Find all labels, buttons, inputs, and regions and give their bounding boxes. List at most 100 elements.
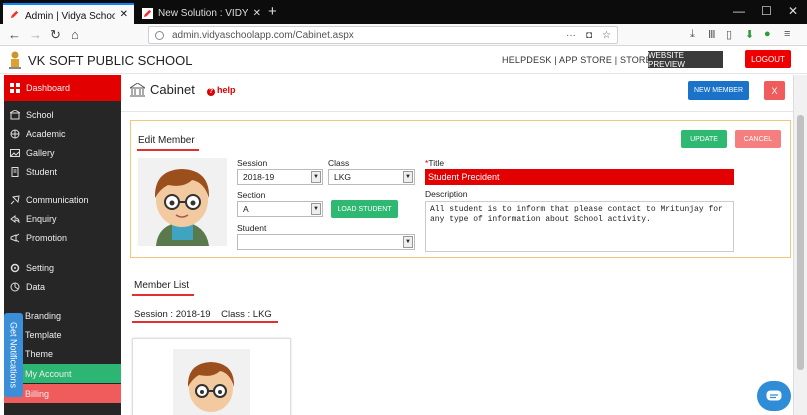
building-icon bbox=[130, 83, 145, 97]
session-value: 2018-19 bbox=[243, 172, 275, 182]
school-icon bbox=[10, 109, 20, 119]
header-links[interactable]: HELPDESK | APP STORE | STORE bbox=[502, 55, 652, 65]
member-photo[interactable] bbox=[138, 158, 227, 246]
section-select[interactable]: A ▼ bbox=[237, 201, 323, 217]
extension-icon[interactable]: ● bbox=[764, 28, 771, 40]
new-member-button[interactable]: NEW MEMBER bbox=[688, 81, 749, 100]
load-student-button[interactable]: LOAD STUDENT bbox=[331, 200, 398, 218]
logout-button[interactable]: LOGOUT bbox=[745, 50, 791, 68]
address-bar[interactable]: admin.vidyaschoolapp.com/Cabinet.aspx ··… bbox=[148, 26, 618, 44]
title-input[interactable]: Student Precident bbox=[425, 169, 734, 185]
minimize-icon[interactable]: — bbox=[733, 4, 745, 18]
student-select[interactable]: ▼ bbox=[237, 234, 415, 250]
member-card[interactable] bbox=[132, 338, 291, 415]
sidebar-item-dashboard[interactable]: Dashboard bbox=[4, 75, 121, 101]
back-icon[interactable]: ← bbox=[8, 27, 21, 43]
reload-icon[interactable]: ↻ bbox=[50, 27, 61, 43]
sidebar-toggle-icon[interactable]: ▯ bbox=[726, 28, 732, 41]
download-arrow-icon[interactable]: ⤓ bbox=[690, 28, 695, 41]
cancel-button[interactable]: CANCEL bbox=[735, 130, 781, 148]
tab-title: New Solution : VIDYA SCHOO bbox=[158, 8, 248, 19]
bookmark-star-icon[interactable]: ☆ bbox=[602, 30, 611, 41]
sidebar-item-label: Dashboard bbox=[26, 83, 71, 93]
school-logo-icon bbox=[9, 51, 21, 69]
update-button[interactable]: UPDATE bbox=[681, 130, 727, 148]
sidebar-item-school[interactable]: School bbox=[4, 105, 121, 124]
setting-icon bbox=[10, 263, 20, 272]
divider bbox=[121, 111, 793, 112]
url-text: admin.vidyaschoolapp.com/Cabinet.aspx bbox=[172, 29, 354, 41]
sidebar-item-label: Data bbox=[26, 281, 46, 292]
help-label: help bbox=[217, 85, 236, 95]
enquiry-icon bbox=[10, 214, 20, 223]
sidebar-item-label: Promotion bbox=[26, 232, 68, 243]
sidebar-item-setting[interactable]: Setting bbox=[4, 258, 121, 277]
new-tab-icon[interactable]: + bbox=[268, 4, 277, 20]
data-icon bbox=[10, 282, 20, 291]
scrollbar-thumb[interactable] bbox=[797, 115, 804, 370]
section-label: Section bbox=[237, 190, 266, 200]
library-icon[interactable]: Ⅲ bbox=[708, 28, 716, 41]
menu-icon[interactable]: ≡ bbox=[784, 28, 790, 40]
class-select[interactable]: LKG ▼ bbox=[328, 169, 415, 185]
school-name: VK SOFT PUBLIC SCHOOL bbox=[28, 53, 193, 68]
student-label: Student bbox=[237, 223, 267, 233]
description-textarea[interactable]: All student is to inform that please con… bbox=[425, 201, 734, 252]
sidebar-item-communication[interactable]: Communication bbox=[4, 190, 121, 209]
sidebar-item-student[interactable]: Student bbox=[4, 162, 121, 181]
app-header: VK SOFT PUBLIC SCHOOL HELPDESK | APP STO… bbox=[0, 46, 807, 74]
sidebar-item-gallery[interactable]: Gallery bbox=[4, 143, 121, 162]
title-underline bbox=[132, 321, 278, 323]
page-actions-icon[interactable]: ··· bbox=[566, 30, 576, 41]
chevron-down-icon: ▼ bbox=[403, 236, 413, 248]
close-icon[interactable]: ✕ bbox=[248, 8, 261, 19]
tab-admin[interactable]: Admin | Vidya School App | अ ✕ bbox=[3, 3, 134, 24]
info-icon[interactable] bbox=[155, 30, 164, 40]
session-label: Session bbox=[237, 158, 268, 168]
dashboard-icon bbox=[10, 83, 20, 93]
chevron-down-icon: ▼ bbox=[403, 171, 413, 183]
academic-icon bbox=[10, 129, 20, 138]
sidebar-item-label: Gallery bbox=[26, 147, 55, 158]
sidebar-item-label: Student bbox=[26, 166, 58, 177]
maximize-icon[interactable]: ☐ bbox=[761, 4, 772, 18]
sidebar-item-label: Communication bbox=[26, 194, 89, 205]
pencil-favicon-icon bbox=[10, 10, 19, 19]
forward-icon[interactable]: → bbox=[29, 27, 42, 43]
session-select[interactable]: 2018-19 ▼ bbox=[237, 169, 323, 185]
tab-new-solution[interactable]: New Solution : VIDYA SCHOO ✕ bbox=[136, 3, 267, 24]
communication-icon bbox=[10, 194, 20, 204]
help-link[interactable]: ? help bbox=[207, 85, 236, 96]
sidebar-item-label: Academic bbox=[26, 128, 66, 139]
class-label: Class bbox=[328, 158, 350, 168]
extension-download-icon[interactable]: ⬇ bbox=[745, 28, 754, 41]
sidebar-item-label: My Account bbox=[25, 368, 72, 379]
window-close-icon[interactable]: ✕ bbox=[788, 4, 798, 18]
navigation-bar: ← → ↻ ⌂ admin.vidyaschoolapp.com/Cabinet… bbox=[0, 24, 807, 46]
sidebar-item-academic[interactable]: Academic bbox=[4, 124, 121, 143]
gallery-icon bbox=[10, 148, 20, 157]
class-value: LKG bbox=[334, 172, 352, 182]
member-card-photo bbox=[173, 349, 250, 415]
vertical-scrollbar[interactable] bbox=[793, 75, 807, 415]
sidebar-item-data[interactable]: Data bbox=[4, 277, 121, 296]
member-list-title: Member List bbox=[134, 280, 190, 291]
help-icon: ? bbox=[207, 88, 215, 96]
browser-window: Admin | Vidya School App | अ ✕ New Solut… bbox=[0, 0, 807, 415]
home-icon[interactable]: ⌂ bbox=[71, 27, 79, 43]
description-label: Description bbox=[425, 189, 468, 199]
edit-member-title: Edit Member bbox=[138, 135, 195, 146]
website-preview-button[interactable]: WEBSITE PREVIEW bbox=[648, 51, 723, 69]
title-label: *Title bbox=[425, 158, 444, 168]
get-notifications-button[interactable]: Get Notifications bbox=[4, 313, 23, 397]
chevron-down-icon: ▼ bbox=[311, 203, 321, 215]
edit-member-panel: Edit Member UPDATE CANCEL Session 2018-1… bbox=[130, 120, 791, 258]
section-value: A bbox=[243, 204, 249, 214]
chat-button[interactable] bbox=[757, 381, 791, 411]
pocket-icon[interactable]: ◘ bbox=[586, 30, 592, 41]
sidebar-item-enquiry[interactable]: Enquiry bbox=[4, 209, 121, 228]
close-page-button[interactable]: X bbox=[764, 81, 785, 100]
main-content: Cabinet ? help NEW MEMBER X Edit Member U… bbox=[121, 75, 793, 415]
sidebar-item-promotion[interactable]: Promotion bbox=[4, 228, 121, 247]
close-icon[interactable]: ✕ bbox=[115, 9, 128, 20]
